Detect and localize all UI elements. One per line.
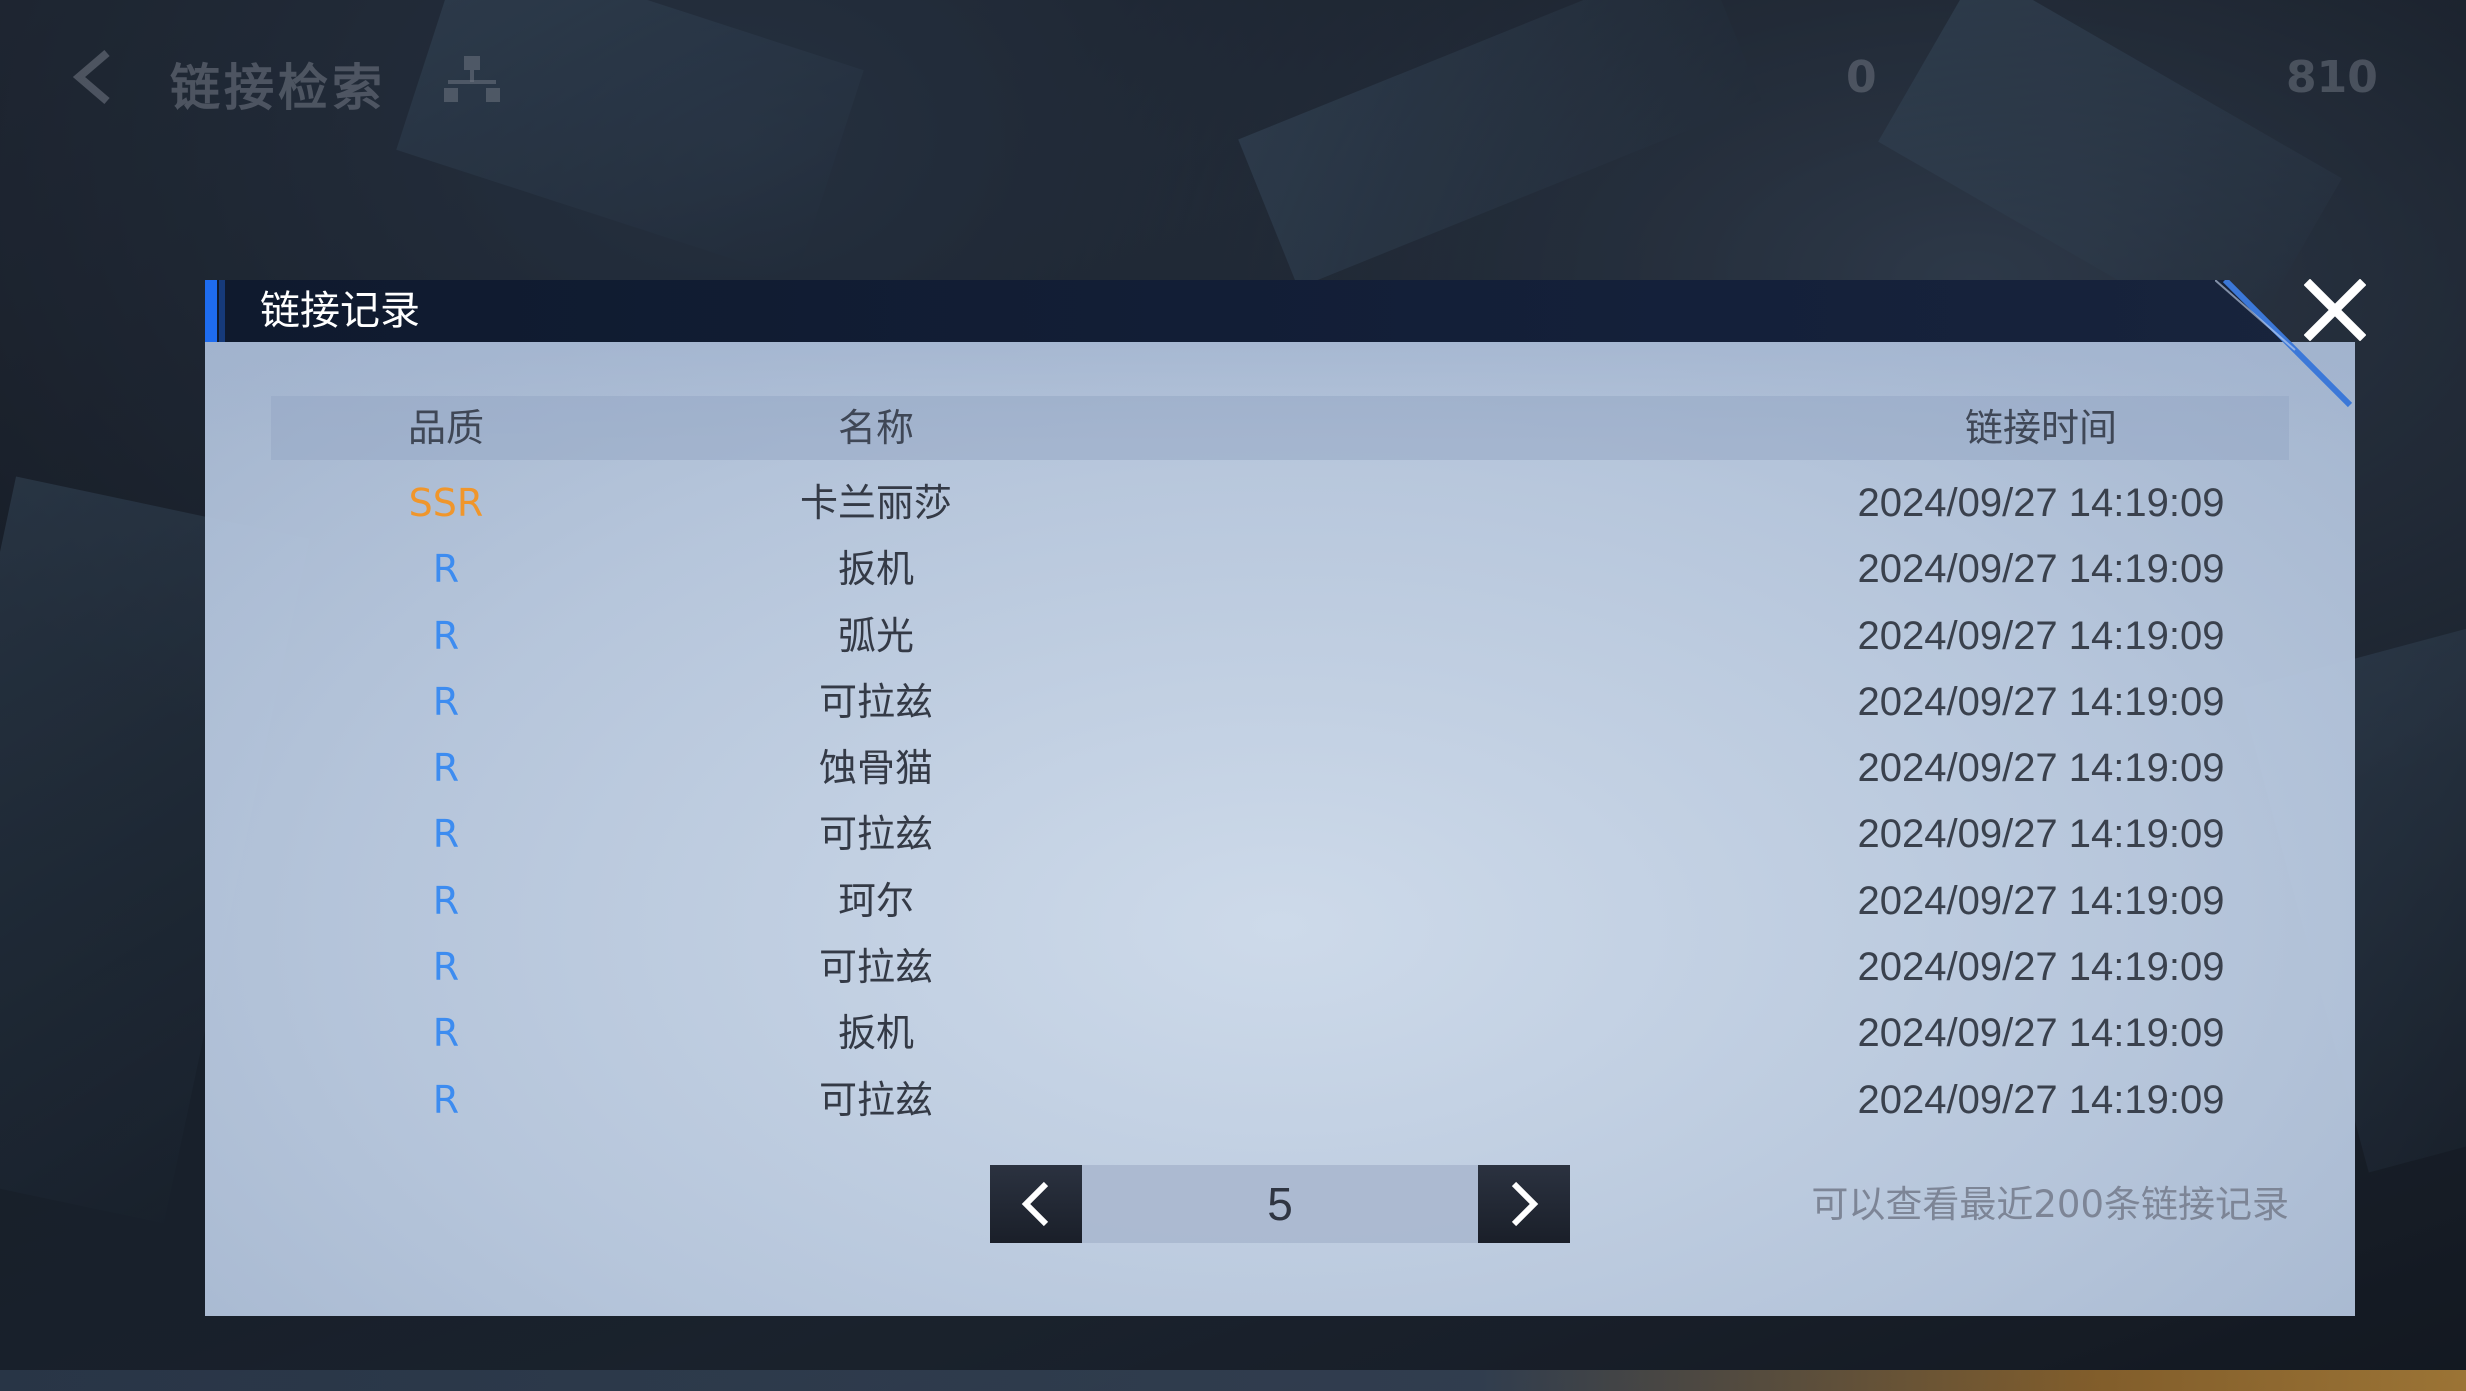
quality-cell: R	[432, 1077, 460, 1122]
time-cell: 2024/09/27 14:19:09	[1857, 1011, 2225, 1056]
time-cell: 2024/09/27 14:19:09	[1857, 1077, 2225, 1122]
record-list: SSR 卡兰丽莎 2024/09/27 14:19:09 R 扳机 2024/0…	[271, 470, 2289, 1133]
dialog-title: 链接记录	[260, 289, 420, 333]
name-cell: 卡兰丽莎	[799, 481, 952, 525]
table-row: R 可拉兹 2024/09/27 14:19:09	[271, 669, 2289, 735]
time-cell: 2024/09/27 14:19:09	[1857, 481, 2225, 525]
table-row: R 可拉兹 2024/09/27 14:19:09	[271, 934, 2289, 1000]
pagination: 5	[990, 1165, 1570, 1243]
name-cell: 扳机	[837, 547, 914, 592]
time-cell: 2024/09/27 14:19:09	[1857, 812, 2225, 857]
name-cell: 可拉兹	[818, 679, 933, 724]
name-cell: 可拉兹	[818, 1077, 933, 1122]
quality-cell: R	[432, 746, 460, 791]
time-cell: 2024/09/27 14:19:09	[1857, 746, 2225, 791]
link-record-dialog: 链接记录 品质 名称 链接时间 SSR 卡兰丽莎 2024/09/27 14:1…	[205, 279, 2366, 1316]
quality-cell: R	[432, 945, 460, 990]
table-row: R 扳机 2024/09/27 14:19:09	[271, 536, 2289, 602]
chevron-left-icon	[1021, 1181, 1049, 1227]
dialog-header	[205, 280, 2290, 342]
table-row: R 珂尔 2024/09/27 14:19:09	[271, 868, 2289, 934]
name-cell: 可拉兹	[818, 812, 933, 857]
chevron-right-icon	[1511, 1181, 1539, 1227]
name-cell: 可拉兹	[818, 945, 933, 990]
table-row: R 蚀骨猫 2024/09/27 14:19:09	[271, 735, 2289, 801]
column-header-time: 链接时间	[1964, 406, 2117, 450]
table-header: 品质 名称 链接时间	[271, 396, 2289, 460]
time-cell: 2024/09/27 14:19:09	[1857, 878, 2225, 923]
table-row: R 扳机 2024/09/27 14:19:09	[271, 1000, 2289, 1066]
column-header-name: 名称	[837, 406, 914, 450]
name-cell: 扳机	[837, 1011, 914, 1056]
page-number: 5	[1082, 1165, 1478, 1243]
quality-cell: R	[432, 1011, 460, 1056]
game-screen: 链接检索 0 810 链接记录 品质 名称 链接时间 SSR 卡兰丽莎 2024…	[0, 0, 2466, 1391]
table-row: R 弧光 2024/09/27 14:19:09	[271, 603, 2289, 669]
table-row: R 可拉兹 2024/09/27 14:19:09	[271, 801, 2289, 867]
record-limit-hint: 可以查看最近200条链接记录	[1811, 1183, 2289, 1226]
name-cell: 弧光	[837, 613, 914, 658]
quality-cell: R	[432, 613, 460, 658]
table-row: SSR 卡兰丽莎 2024/09/27 14:19:09	[271, 470, 2289, 536]
table-row: R 可拉兹 2024/09/27 14:19:09	[271, 1067, 2289, 1133]
quality-cell: R	[432, 812, 460, 857]
header-accent	[205, 280, 217, 342]
quality-cell: R	[432, 547, 460, 592]
time-cell: 2024/09/27 14:19:09	[1857, 679, 2225, 724]
next-page-button[interactable]	[1478, 1165, 1570, 1243]
quality-cell: R	[432, 878, 460, 923]
time-cell: 2024/09/27 14:19:09	[1857, 945, 2225, 990]
name-cell: 蚀骨猫	[818, 746, 933, 791]
bottom-bar	[0, 1370, 2466, 1391]
prev-page-button[interactable]	[990, 1165, 1082, 1243]
header-accent	[219, 280, 225, 342]
close-icon	[2304, 279, 2366, 341]
name-cell: 珂尔	[837, 878, 914, 923]
time-cell: 2024/09/27 14:19:09	[1857, 547, 2225, 592]
quality-cell: SSR	[408, 481, 484, 525]
quality-cell: R	[432, 679, 460, 724]
close-button[interactable]	[2295, 270, 2375, 350]
column-header-quality: 品质	[407, 406, 484, 450]
time-cell: 2024/09/27 14:19:09	[1857, 613, 2225, 658]
